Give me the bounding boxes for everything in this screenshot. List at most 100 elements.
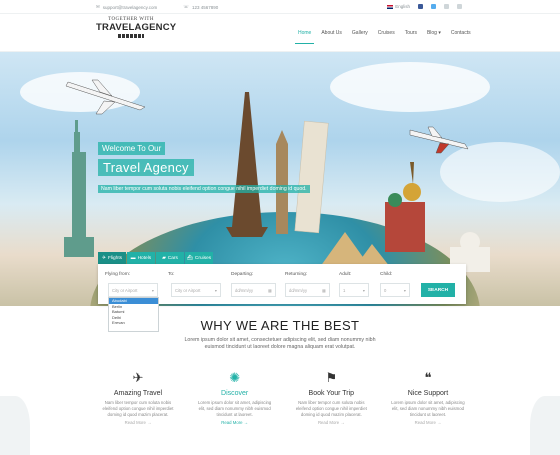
why-section: WHY WE ARE THE BEST Lorem ipsum dolor si… [0,318,560,351]
feature-book-your-trip: ⚑ Book Your Trip Nam liber tempor cum so… [291,370,371,425]
adult-label: Adult: [339,272,352,277]
departing-label: Departing: [231,272,254,277]
to-select[interactable]: City or Airport ▾ [171,283,221,297]
chat-bubble-icon: ❝ [424,370,432,385]
compass-icon: ✺ [229,370,241,385]
logo-stripe [118,34,144,38]
read-more-link[interactable]: Read More → [388,420,468,425]
statue-of-liberty-icon [64,120,94,257]
contact-info: ✉ support@travelagency.com ☏ 123 4567890 [96,4,218,10]
envelope-icon: ✉ [96,4,100,9]
logo[interactable]: TOGETHER WITH TRAVELAGENCY [96,17,177,38]
nav-gallery[interactable]: Gallery [352,30,368,36]
feature-text: Nam liber tempor cum soluta nobis eleife… [102,400,174,417]
decorative-shape [530,396,560,455]
main-nav: Home About Us Gallery Cruises Tours Blog… [294,30,471,44]
nav-tours[interactable]: Tours [405,30,417,36]
bed-icon: ▬ [130,255,136,261]
feature-title: Book Your Trip [308,390,355,397]
nav-blog[interactable]: Blog ▾ [427,30,441,36]
child-select[interactable]: 0 ▾ [380,283,410,297]
facebook-icon[interactable] [418,4,423,9]
topbar-right: English [387,4,462,9]
feature-nice-support: ❝ Nice Support Lorem ipsum dolor sit ame… [388,370,468,425]
adult-select[interactable]: 1 ▾ [339,283,369,297]
uk-flag-icon [387,4,394,9]
flying-from-label: Flying from: [105,272,131,277]
calendar-icon: ▦ [322,287,326,293]
twitter-icon[interactable] [431,4,436,9]
pyramid-icon [320,232,390,267]
tab-label: Cruises [194,255,212,261]
phone-text: 123 4567890 [191,4,219,10]
read-more-link[interactable]: Read More → [195,420,275,425]
flying-from-value: City or Airport [112,287,138,293]
feature-text: Lorem ipsum dolor sit amet, adipiscing e… [391,400,465,417]
returning-value: dd/mm/yy [289,287,308,293]
adult-value: 1 [343,287,346,293]
car-icon: ▰ [162,255,166,261]
hero-description: Nam liber tempor cum soluta nobis eleife… [98,185,310,193]
calendar-icon: ▦ [268,287,272,293]
departing-value: dd/mm/yy [235,287,254,293]
airplane-icon: ✈ [101,255,106,261]
tab-hotels[interactable]: ▬ Hotels [127,252,155,264]
child-value: 0 [384,287,387,293]
email-text: support@travelagency.com [102,4,158,10]
read-more-link[interactable]: Read More → [291,420,371,425]
phone-link[interactable]: ☏ 123 4567890 [183,4,218,10]
tab-label: Hotels [137,255,152,261]
feature-title: Nice Support [407,390,449,397]
feature-discover: ✺ Discover Lorem ipsum dolor sit amet, a… [195,370,275,425]
tab-flights[interactable]: ✈ Flights [98,252,126,264]
email-link[interactable]: ✉ support@travelagency.com [96,4,157,10]
read-more-link[interactable]: Read More → [98,420,178,425]
top-bar: ✉ support@travelagency.com ☏ 123 4567890 E… [0,0,560,14]
hero-subtitle: Welcome To Our [98,142,166,155]
chevron-down-icon: ▾ [403,287,406,293]
feature-text: Nam liber tempor cum soluta nobis eleife… [295,400,367,417]
chevron-down-icon: ▾ [151,287,154,293]
tab-cars[interactable]: ▰ Cars [156,252,184,264]
logo-title: TRAVELAGENCY [96,22,177,33]
child-label: Child: [380,272,393,277]
nav-home[interactable]: Home [294,30,315,44]
language-selector[interactable]: English [387,4,410,9]
departing-date-input[interactable]: dd/mm/yy ▦ [231,283,276,297]
airplane-icon [65,79,146,115]
site-header: TOGETHER WITH TRAVELAGENCY Home About Us… [0,14,560,52]
airplane-icon [409,126,469,154]
instagram-icon[interactable] [444,4,449,9]
phone-icon: ☏ [183,4,189,9]
tab-label: Cars [167,255,178,261]
flag-icon: ⚑ [325,370,338,385]
language-label: English [395,4,410,9]
search-tabs: ✈ Flights ▬ Hotels ▰ Cars ⛴ Cruises [98,252,213,264]
section-heading: WHY WE ARE THE BEST [200,318,360,333]
features-row: ✈ Amazing Travel Nam liber tempor cum so… [98,370,468,425]
chevron-down-icon: ▾ [362,287,365,293]
airplane-globe-icon: ✈ [132,370,144,385]
search-button[interactable]: SEARCH [421,283,455,297]
chevron-down-icon: ▾ [214,287,217,293]
nav-contacts[interactable]: Contacts [451,30,471,36]
tab-cruises[interactable]: ⛴ Cruises [185,252,213,264]
decorative-shape [0,396,30,455]
hero-text: Welcome To Our Travel Agency Nam liber t… [98,138,310,195]
returning-date-input[interactable]: dd/mm/yy ▦ [285,283,330,297]
google-plus-icon[interactable] [457,4,462,9]
nav-cruises[interactable]: Cruises [378,30,395,36]
st-basil-cathedral-icon [385,162,425,252]
to-value: City or Airport [175,287,201,293]
hero-title: Travel Agency [98,159,194,176]
feature-amazing-travel: ✈ Amazing Travel Nam liber tempor cum so… [98,370,178,425]
feature-text: Lorem ipsum dolor sit amet, adipiscing e… [197,400,272,417]
feature-title: Amazing Travel [113,390,163,397]
to-label: To: [168,272,175,277]
section-intro: Lorem ipsum dolor sit amet, consectetuer… [184,337,376,350]
returning-label: Returning: [285,272,308,277]
ship-icon: ⛴ [186,255,193,261]
tab-label: Flights [107,255,123,261]
nav-about-us[interactable]: About Us [321,30,342,36]
flying-from-select[interactable]: City or Airport ▾ [108,283,158,297]
